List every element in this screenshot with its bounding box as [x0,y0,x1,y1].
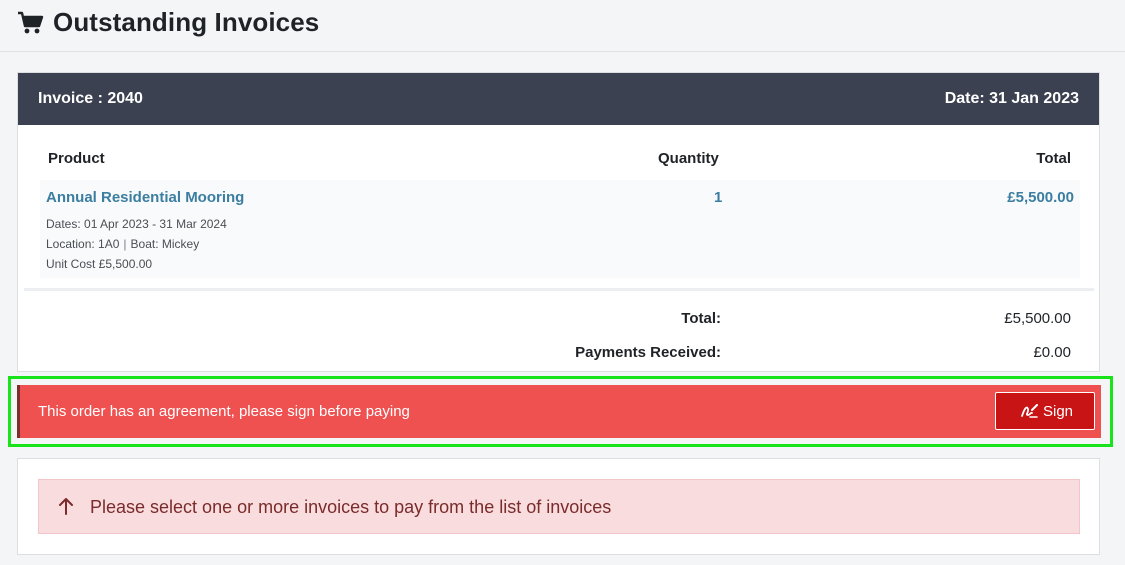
page-title: Outstanding Invoices [53,7,320,37]
line-total: £5,500.00 [1007,189,1074,206]
invoice-card: Invoice : 2040 Date: 31 Jan 2023 Product… [17,72,1100,372]
notice-card: Please select one or more invoices to pa… [17,458,1100,555]
agreement-message: This order has an agreement, please sign… [38,403,410,420]
select-invoices-notice: Please select one or more invoices to pa… [38,479,1080,534]
line-location-boat: Location: 1A0 | Boat: Mickey [46,237,199,251]
payments-received-label: Payments Received: [575,344,721,361]
summary-divider [24,288,1094,291]
sign-button-label: Sign [1043,403,1074,420]
line-unit-cost: Unit Cost £5,500.00 [46,257,153,271]
agreement-alert: This order has an agreement, please sign… [17,385,1101,438]
column-header-product: Product [48,150,105,167]
total-label: Total: [681,310,721,327]
notice-text: Please select one or more invoices to pa… [90,497,612,517]
signature-pen-icon [1021,404,1038,418]
total-value: £5,500.00 [1004,310,1071,327]
invoice-header: Invoice : 2040 Date: 31 Jan 2023 [18,73,1099,125]
cart-icon [18,11,44,34]
product-link[interactable]: Annual Residential Mooring [46,189,244,206]
column-header-quantity: Quantity [658,150,719,167]
page-header: Outstanding Invoices [0,0,1125,52]
arrow-up-icon [59,498,73,515]
invoice-date: Date: 31 Jan 2023 [944,90,1079,107]
payments-received-value: £0.00 [1033,344,1071,361]
invoice-line-row: Annual Residential Mooring 1 £5,500.00 D… [40,180,1080,278]
invoice-number: Invoice : 2040 [38,90,143,107]
sign-button[interactable]: Sign [995,392,1095,430]
line-quantity: 1 [714,189,723,206]
line-boat: Boat: Mickey [130,237,200,251]
meta-separator: | [123,237,127,251]
line-dates: Dates: 01 Apr 2023 - 31 Mar 2024 [46,217,227,231]
line-location: Location: 1A0 [46,237,120,251]
column-header-total: Total [1036,150,1071,167]
